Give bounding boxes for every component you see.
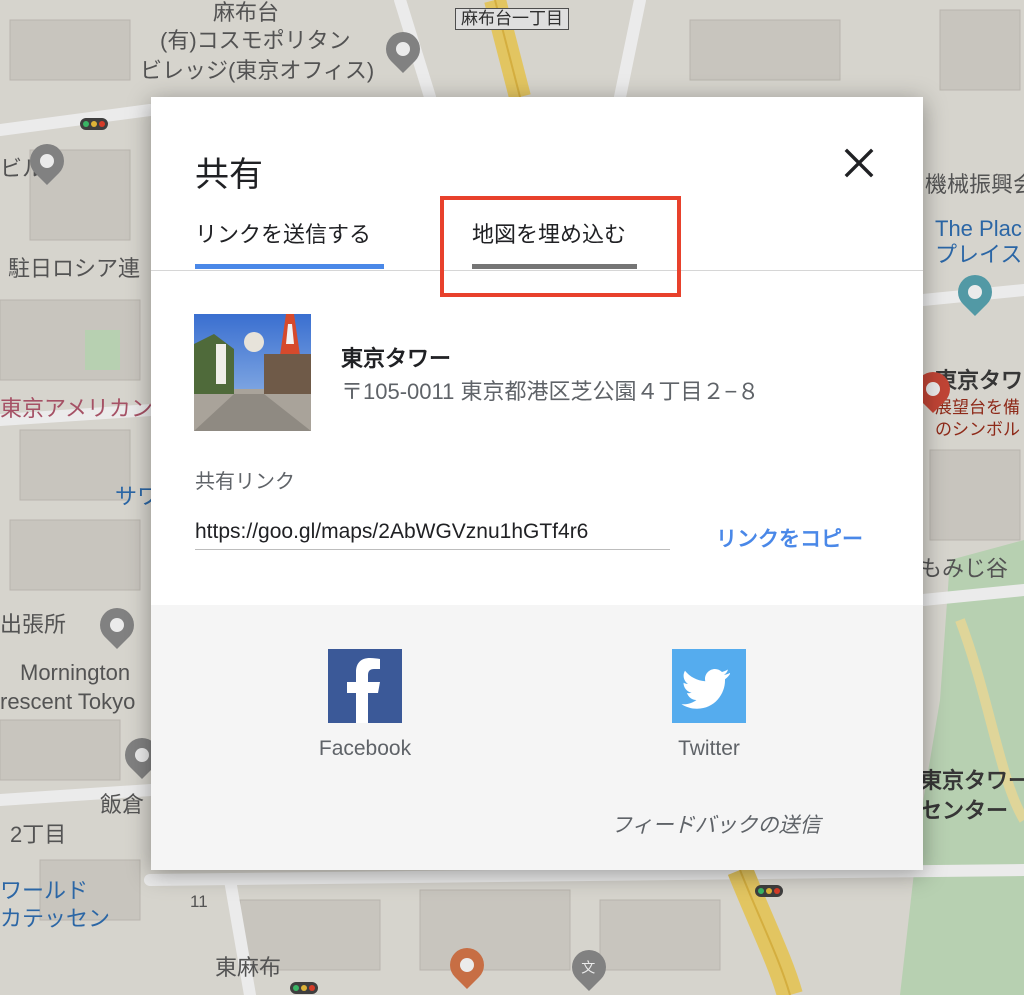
send-feedback-link[interactable]: フィードバックの送信 xyxy=(611,809,821,839)
share-dialog: 共有 リンクを送信する 地図を埋め込む 東京タワー 〒105-0011 東京都港… xyxy=(151,97,923,870)
annotation-highlight-box xyxy=(440,196,681,297)
copy-link-button[interactable]: リンクをコピー xyxy=(716,523,863,553)
social-share-area: Facebook Twitter フィードバックの送信 xyxy=(151,605,923,870)
facebook-icon xyxy=(328,649,402,723)
close-button[interactable] xyxy=(839,143,879,183)
tokyo-tower-photo xyxy=(194,314,311,431)
place-name: 東京タワー xyxy=(341,346,452,371)
tab-send-link-label: リンクを送信する xyxy=(195,222,372,247)
share-link-label: 共有リンク xyxy=(195,471,295,493)
place-address: 〒105-0011 東京都港区芝公園４丁目２−８ xyxy=(341,379,760,404)
place-thumbnail[interactable] xyxy=(194,314,311,431)
twitter-icon xyxy=(672,649,746,723)
share-link-field[interactable] xyxy=(195,515,670,550)
facebook-share-button[interactable]: Facebook xyxy=(295,649,435,761)
close-icon xyxy=(844,148,874,178)
twitter-label: Twitter xyxy=(678,737,740,760)
twitter-share-button[interactable]: Twitter xyxy=(639,649,779,761)
facebook-label: Facebook xyxy=(318,737,412,760)
dialog-title: 共有 xyxy=(195,156,263,194)
active-tab-indicator xyxy=(195,264,384,269)
tab-send-link[interactable]: リンクを送信する xyxy=(195,217,384,269)
